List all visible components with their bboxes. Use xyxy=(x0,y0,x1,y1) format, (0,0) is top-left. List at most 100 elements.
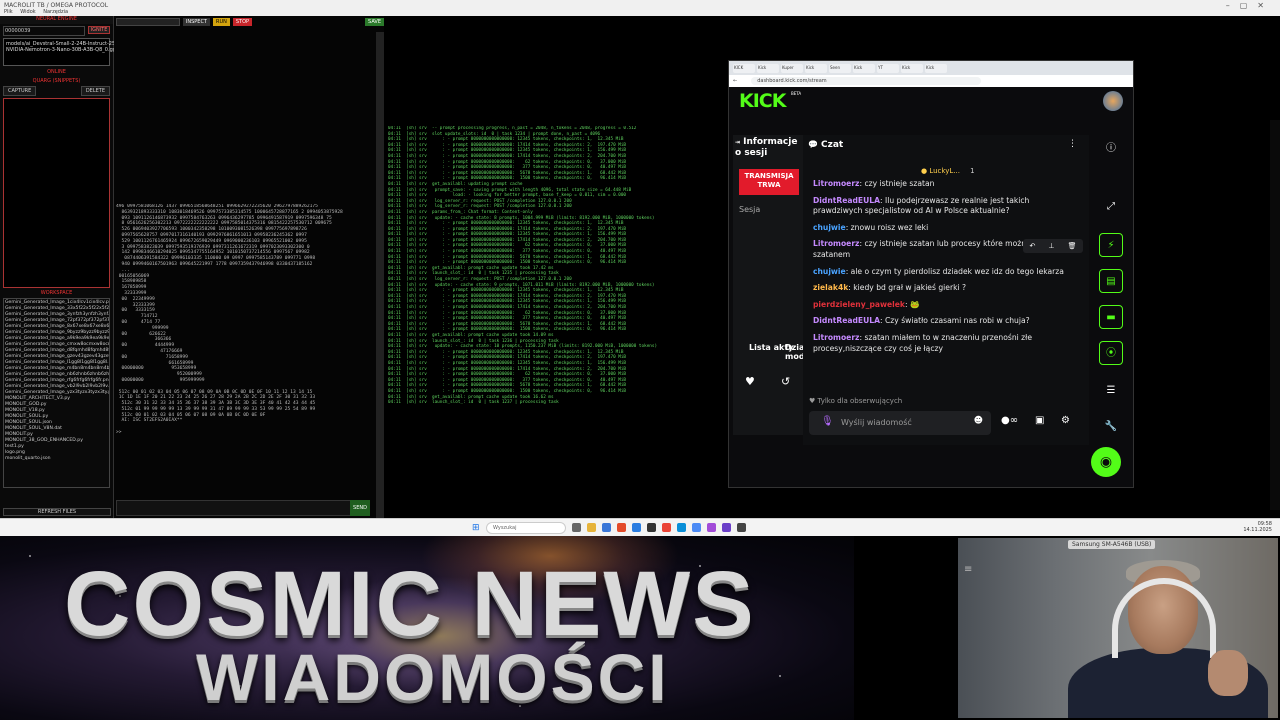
mod-activity-title[interactable]: Dzia mod xyxy=(785,343,805,361)
pin-icon[interactable]: ⊥ xyxy=(1048,242,1054,250)
delete-button[interactable]: DELETE xyxy=(80,86,110,96)
browser-tab[interactable]: Kick xyxy=(757,63,779,73)
collapse-icon[interactable]: ⇥ xyxy=(735,139,740,146)
stop-button[interactable]: STOP xyxy=(232,18,253,26)
browser-tab[interactable]: Kuper xyxy=(781,63,803,73)
ignite-button[interactable]: IGNITE xyxy=(88,26,110,34)
chat-message[interactable]: DidntReadEULA: Czy światło czasami nas r… xyxy=(813,316,1081,327)
system-clock[interactable]: 09:58 14.11.2025 xyxy=(1243,521,1272,533)
workspace-file-list[interactable]: Gemini_Generated_Image_1cix4lcv1cix4lcv.… xyxy=(3,298,110,488)
expand-icon[interactable]: ⤢ xyxy=(1099,195,1123,219)
kick-logo[interactable]: KICK xyxy=(739,90,786,112)
menu-file[interactable]: Plik xyxy=(4,9,13,15)
avatar[interactable] xyxy=(1103,91,1123,111)
refresh-files-button[interactable]: REFRESH FILES xyxy=(3,508,111,516)
explorer-icon[interactable] xyxy=(587,523,596,532)
browser-tab[interactable]: Kick xyxy=(925,63,947,73)
chat-username[interactable]: pierdzieleny_pawelek xyxy=(813,300,905,309)
notes-icon[interactable]: ▤ xyxy=(1099,269,1123,293)
chat-message[interactable]: chujwie: znowu roisz wez leki xyxy=(813,223,1081,234)
message-actions[interactable]: ↶ ⊥ 🗑 xyxy=(1023,239,1083,253)
emoji-icon[interactable]: ☻ xyxy=(974,416,983,426)
app-titlebar: MACROLIT TB / OMEGA PROTOCOL Plik Widok … xyxy=(0,0,1280,16)
inspect-button[interactable]: INSPECT xyxy=(182,18,210,26)
window-controls[interactable]: –▢✕ xyxy=(1226,1,1274,10)
list-item[interactable]: monolit_quarto.json xyxy=(5,456,108,462)
chat-username[interactable]: DidntReadEULA xyxy=(813,316,880,325)
capture-button[interactable]: CAPTURE xyxy=(3,86,37,96)
trash-icon[interactable]: 🗑 xyxy=(1068,242,1077,250)
vscode-icon[interactable] xyxy=(707,523,716,532)
brave-icon[interactable] xyxy=(617,523,626,532)
chat-username[interactable]: Litromoerz xyxy=(813,239,859,248)
mail-icon[interactable] xyxy=(632,523,641,532)
chat-username[interactable]: chujwie xyxy=(813,223,846,232)
send-button[interactable]: SEND xyxy=(350,500,370,516)
browser-tab[interactable]: KICK xyxy=(733,63,755,73)
taskbar-search[interactable]: Wyszukaj xyxy=(486,522,566,534)
edge-icon[interactable] xyxy=(677,523,686,532)
chat-message[interactable]: Litromoerz: czy istnieje szatan xyxy=(813,179,1081,190)
desktop-scrollbar[interactable] xyxy=(1270,120,1280,510)
browser-tab[interactable]: Kick xyxy=(853,63,875,73)
heart-icon[interactable]: ♥ xyxy=(745,375,755,388)
chat-message[interactable]: zielak4k: kiedy bd grał w jakieś gierki … xyxy=(813,283,1081,294)
bolt-icon[interactable]: ⚡ xyxy=(1099,233,1123,257)
browser-tab[interactable]: YT xyxy=(877,63,899,73)
chat-messages: Litromoerz: czy istnieje szatan DidntRead… xyxy=(813,179,1081,393)
more-icon[interactable]: ⋮ xyxy=(1068,139,1077,149)
url-field[interactable]: dashboard.kick.com/stream xyxy=(751,77,982,85)
command-field[interactable] xyxy=(116,18,180,26)
obs-icon[interactable] xyxy=(722,523,731,532)
undo-icon[interactable]: ↺ xyxy=(781,375,790,388)
windows-start-icon[interactable]: ⊞ xyxy=(472,523,480,533)
background-gap xyxy=(854,536,958,720)
browser-tab[interactable]: Seen xyxy=(829,63,851,73)
files-icon[interactable] xyxy=(692,523,701,532)
chat-username[interactable]: DidntReadEULA xyxy=(813,196,880,205)
gift-icon[interactable]: ▣ xyxy=(1035,415,1044,426)
menu-view[interactable]: Widok xyxy=(20,9,35,15)
broadcast-icon[interactable]: ⦿ xyxy=(1099,341,1123,365)
camera-header: QUARG (SNIPPETS) xyxy=(32,78,81,84)
console-input[interactable] xyxy=(116,500,356,516)
wrench-icon[interactable]: 🔧 xyxy=(1099,415,1123,439)
browser-tab[interactable]: Kick xyxy=(901,63,923,73)
gear-icon[interactable]: ⚙ xyxy=(1061,415,1070,426)
chat-input[interactable]: 🎙 Wyślij wiadomość ☻ xyxy=(809,411,991,435)
browser-tab[interactable]: Kick xyxy=(805,63,827,73)
go-live-button[interactable]: ◉ xyxy=(1091,447,1121,477)
back-icon[interactable]: ← xyxy=(733,78,737,84)
layout-icon[interactable]: ☰ xyxy=(1099,379,1123,403)
chat-bubble-icon[interactable]: ▬ xyxy=(1099,305,1123,329)
console-toolbar: INSPECT RUN STOP SAVE xyxy=(114,16,384,28)
chat-username[interactable]: zielak4k xyxy=(813,283,848,292)
chrome-icon[interactable] xyxy=(662,523,671,532)
app2-icon[interactable] xyxy=(737,523,746,532)
mic-icon[interactable]: 🎙 xyxy=(821,416,834,427)
console-scrollbar[interactable] xyxy=(376,32,384,518)
task-view-icon[interactable] xyxy=(572,523,581,532)
model-files-box[interactable]: models/ai_Devstral-Small-2-24B-Instruct-… xyxy=(3,38,149,66)
chat-icon: 💬 xyxy=(808,140,818,149)
chat-message[interactable]: Litromoerz: szatan miałem to w znaczeniu… xyxy=(813,333,1081,354)
model-id-field[interactable]: 00000039 xyxy=(3,26,85,36)
menu-tools[interactable]: Narzędzia xyxy=(43,9,68,15)
app-icon[interactable] xyxy=(602,523,611,532)
save-button[interactable]: SAVE xyxy=(365,18,384,26)
chat-username[interactable]: chujwie xyxy=(813,267,846,276)
address-bar[interactable]: ← dashboard.kick.com/stream xyxy=(729,75,1133,87)
users-icon[interactable]: ●∞ xyxy=(1001,415,1018,426)
info-icon[interactable]: ⓘ xyxy=(1099,137,1123,161)
reply-icon[interactable]: ↶ xyxy=(1030,242,1036,250)
terminal-icon[interactable] xyxy=(647,523,656,532)
pinned-user[interactable]: ● LuckyL... 1 xyxy=(921,167,975,175)
hamburger-icon[interactable]: ≡ xyxy=(964,564,972,575)
session-info-title[interactable]: ⇥ Informacje o sesji xyxy=(735,137,801,158)
chat-message[interactable]: chujwie: ale o czym ty pierdolisz dziade… xyxy=(813,267,1081,278)
chat-username[interactable]: Litromoerz xyxy=(813,333,859,342)
chat-username[interactable]: Litromoerz xyxy=(813,179,859,188)
chat-message[interactable]: DidntReadEULA: Ilu podejrzewasz ze realn… xyxy=(813,196,1081,217)
chat-message[interactable]: pierdzieleny_pawelek: 🐸 xyxy=(813,300,1081,311)
run-button[interactable]: RUN xyxy=(212,18,230,26)
